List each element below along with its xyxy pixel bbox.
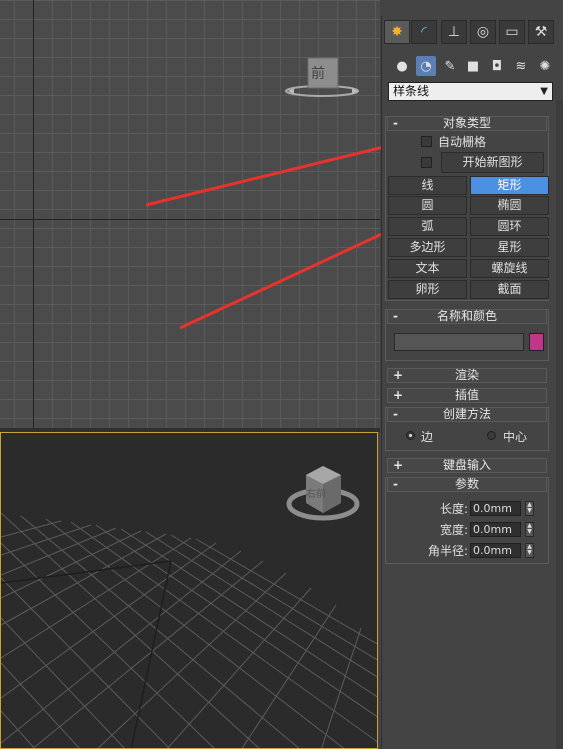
- sphere-icon: ●: [396, 58, 408, 74]
- name-color-rollout[interactable]: - 名称和颜色: [387, 309, 547, 324]
- width-spinner[interactable]: ▲ ▼: [525, 522, 534, 537]
- helix-button[interactable]: 螺旋线: [470, 259, 549, 278]
- ellipse-button[interactable]: 椭圆: [470, 196, 549, 215]
- shapes-subtab[interactable]: ◔: [416, 56, 436, 76]
- section-button[interactable]: 截面: [470, 280, 549, 299]
- length-spinner[interactable]: ▲ ▼: [525, 501, 534, 516]
- autogrid-label: 自动栅格: [438, 135, 487, 149]
- object-color-swatch[interactable]: [529, 333, 544, 351]
- shapes-icon: ◔: [420, 58, 432, 74]
- rectangle-button[interactable]: 矩形: [470, 176, 549, 195]
- center-label: 中心: [503, 430, 528, 444]
- systems-subtab[interactable]: ✺: [535, 56, 555, 76]
- start-new-shape-button[interactable]: 开始新图形: [441, 152, 544, 173]
- donut-button[interactable]: 圆环: [470, 217, 549, 236]
- spacewarps-subtab[interactable]: ≋: [511, 56, 531, 76]
- width-label: 宽度:: [439, 523, 468, 537]
- expand-icon: +: [393, 368, 404, 382]
- utilities-tab[interactable]: ⚒: [528, 20, 554, 44]
- rendering-title: 渲染: [454, 368, 479, 382]
- text-button[interactable]: 文本: [388, 259, 467, 278]
- length-label: 长度:: [439, 502, 468, 516]
- hierarchy-tab[interactable]: ⊥: [441, 20, 467, 44]
- collapse-icon: -: [393, 116, 398, 130]
- object-name-input[interactable]: [394, 333, 524, 351]
- object-type-rollout[interactable]: - 对象类型: [387, 116, 547, 131]
- camera-icon: ■: [466, 58, 480, 74]
- category-dropdown[interactable]: 样条线 ▼: [388, 82, 553, 101]
- motion-tab[interactable]: ◎: [470, 20, 496, 44]
- name-color-title: 名称和颜色: [436, 309, 497, 323]
- collapse-icon: -: [393, 407, 398, 421]
- light-icon: ✎: [444, 58, 456, 74]
- star-button[interactable]: 星形: [470, 238, 549, 257]
- collapse-icon: -: [393, 309, 398, 323]
- display-tab[interactable]: ▭: [499, 20, 525, 44]
- width-input[interactable]: 0.0mm: [470, 522, 521, 537]
- create-icon: ✸: [391, 24, 403, 40]
- helpers-subtab[interactable]: ◘: [487, 56, 507, 76]
- cameras-subtab[interactable]: ■: [463, 56, 483, 76]
- corner-radius-input[interactable]: 0.0mm: [470, 543, 521, 558]
- chevron-down-icon: ▼: [540, 86, 548, 97]
- egg-button[interactable]: 卵形: [388, 280, 467, 299]
- collapse-icon: -: [393, 477, 398, 491]
- start-new-shape-checkbox[interactable]: [421, 157, 432, 168]
- circle-button[interactable]: 圆: [388, 196, 467, 215]
- creation-method-rollout[interactable]: - 创建方法: [387, 407, 547, 422]
- display-icon: ▭: [505, 24, 519, 40]
- edge-label: 边: [421, 430, 434, 444]
- parameters-rollout[interactable]: - 参数: [387, 477, 547, 492]
- create-tab[interactable]: ✸: [384, 20, 410, 44]
- category-value: 样条线: [393, 84, 430, 98]
- keyboard-entry-title: 键盘输入: [442, 458, 491, 472]
- autogrid-checkbox[interactable]: [421, 136, 432, 147]
- object-type-title: 对象类型: [442, 116, 491, 130]
- edge-radio[interactable]: [406, 431, 415, 440]
- center-radio[interactable]: [487, 431, 496, 440]
- arc-button[interactable]: 弧: [388, 217, 467, 236]
- helper-icon: ◘: [491, 58, 503, 74]
- parameters-title: 参数: [454, 477, 479, 491]
- line-button[interactable]: 线: [388, 176, 467, 195]
- modify-icon: ◜: [421, 24, 427, 40]
- corner-radius-spinner[interactable]: ▲ ▼: [525, 543, 534, 558]
- length-input[interactable]: 0.0mm: [470, 501, 521, 516]
- interpolation-title: 插值: [454, 388, 479, 402]
- keyboard-entry-rollout[interactable]: + 键盘输入: [387, 458, 547, 473]
- spacewarp-icon: ≋: [515, 58, 527, 74]
- interpolation-rollout[interactable]: + 插值: [387, 388, 547, 403]
- creation-method-title: 创建方法: [442, 407, 491, 421]
- utilities-icon: ⚒: [534, 24, 548, 40]
- lights-subtab[interactable]: ✎: [440, 56, 460, 76]
- corner-radius-label: 角半径:: [427, 544, 468, 558]
- expand-icon: +: [393, 458, 404, 472]
- modify-tab[interactable]: ◜: [411, 20, 437, 44]
- command-panel-scrollbar[interactable]: [556, 100, 563, 749]
- ngon-button[interactable]: 多边形: [388, 238, 467, 257]
- expand-icon: +: [393, 388, 404, 402]
- motion-icon: ◎: [476, 24, 490, 40]
- hierarchy-icon: ⊥: [447, 24, 461, 40]
- geometry-subtab[interactable]: ●: [392, 56, 412, 76]
- rendering-rollout[interactable]: + 渲染: [387, 368, 547, 383]
- systems-icon: ✺: [539, 58, 551, 74]
